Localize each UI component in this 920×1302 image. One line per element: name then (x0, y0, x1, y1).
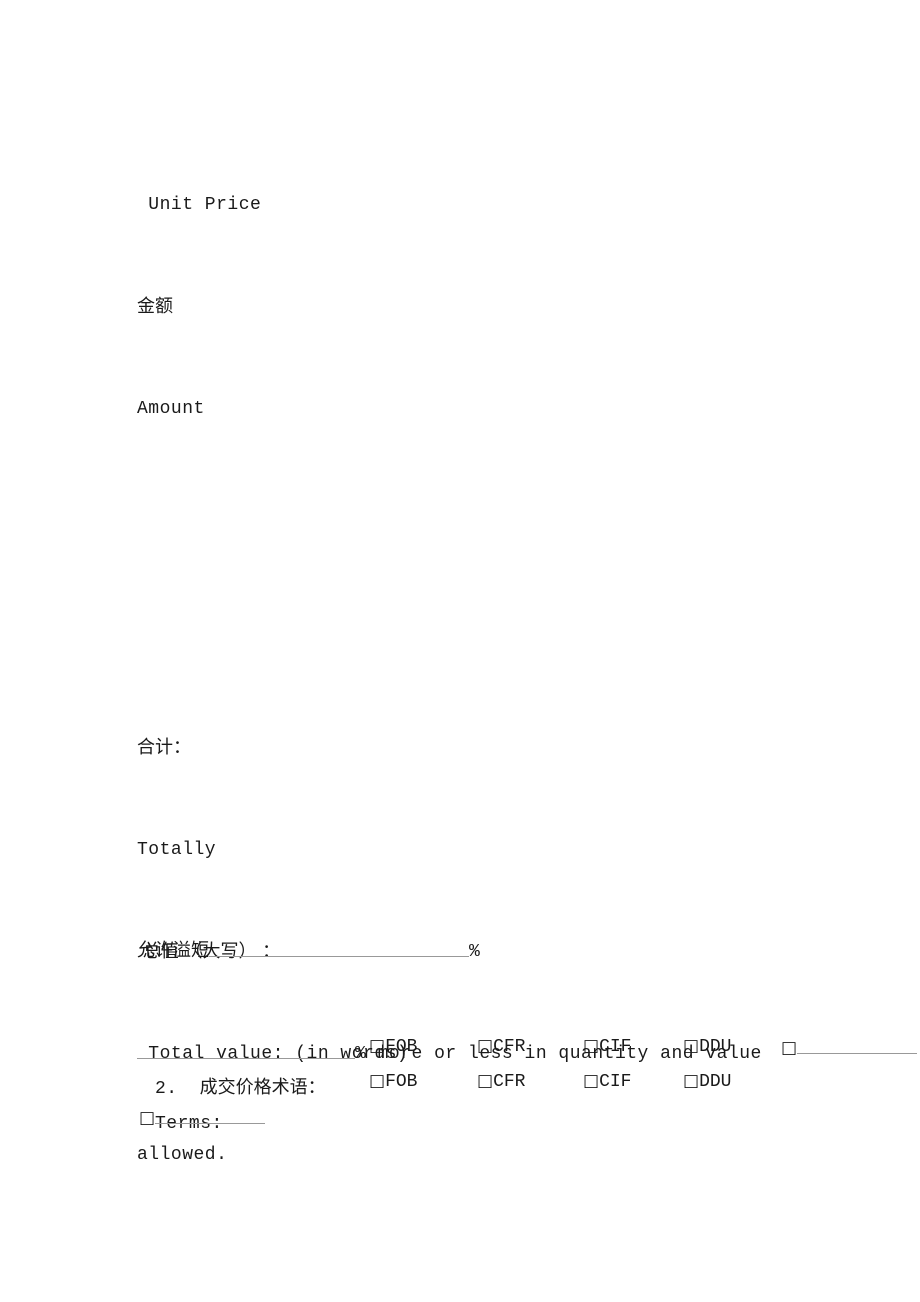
label-amount-en: Amount (137, 399, 205, 419)
column-labels-group: Unit Price 金额 Amount (137, 120, 261, 494)
checkbox-other-en[interactable]: □ (139, 1106, 266, 1129)
document-page: Unit Price 金额 Amount 合计： Totally 总值 （大写）… (0, 0, 920, 1302)
tolerance-line-zh: 允许溢短% (137, 934, 762, 968)
checkbox-label: CFR (493, 1037, 526, 1057)
checkbox-icon: □ (477, 1071, 494, 1091)
checkbox-fob-en[interactable]: □FOB (369, 1071, 417, 1092)
checkbox-icon: □ (683, 1036, 700, 1056)
checkbox-label: CIF (599, 1037, 632, 1057)
checkbox-icon: □ (477, 1036, 494, 1056)
checkbox-icon: □ (583, 1036, 600, 1056)
checkbox-label: DDU (699, 1072, 732, 1092)
checkbox-label: CIF (599, 1072, 632, 1092)
tolerance-label-zh: 允许溢短 (137, 940, 209, 961)
checkbox-cif-en[interactable]: □CIF (583, 1071, 631, 1092)
label-amount-zh: 金额 (137, 296, 173, 317)
checkbox-icon: □ (781, 1038, 798, 1058)
checkbox-label: CFR (493, 1072, 526, 1092)
checkbox-icon: □ (583, 1071, 600, 1091)
checkbox-label: DDU (699, 1037, 732, 1057)
checkbox-cfr-en[interactable]: □CFR (477, 1071, 525, 1092)
tolerance-percent-sign-zh: % (469, 942, 481, 962)
checkbox-cfr-zh[interactable]: □CFR (477, 1036, 525, 1057)
checkbox-cif-zh[interactable]: □CIF (583, 1036, 631, 1057)
tolerance-percent-input-zh[interactable] (209, 939, 469, 957)
checkbox-ddu-zh[interactable]: □DDU (683, 1036, 731, 1057)
other-term-input-en[interactable] (155, 1106, 266, 1124)
checkbox-label: FOB (385, 1072, 418, 1092)
label-unit-price-en: Unit Price (137, 195, 262, 215)
checkbox-label: FOB (385, 1037, 418, 1057)
label-totally-en: Totally (137, 840, 217, 860)
checkbox-ddu-en[interactable]: □DDU (683, 1071, 731, 1092)
checkbox-icon: □ (369, 1036, 386, 1056)
checkbox-other-zh[interactable]: □ (781, 1036, 918, 1059)
tolerance-text-en-cont: allowed. (137, 1145, 228, 1165)
checkbox-icon: □ (369, 1071, 386, 1091)
checkbox-icon: □ (683, 1071, 700, 1091)
label-totally-zh: 合计： (137, 737, 191, 758)
other-term-input-zh[interactable] (797, 1036, 918, 1054)
checkbox-icon: □ (139, 1108, 156, 1128)
checkbox-fob-zh[interactable]: □FOB (369, 1036, 417, 1057)
